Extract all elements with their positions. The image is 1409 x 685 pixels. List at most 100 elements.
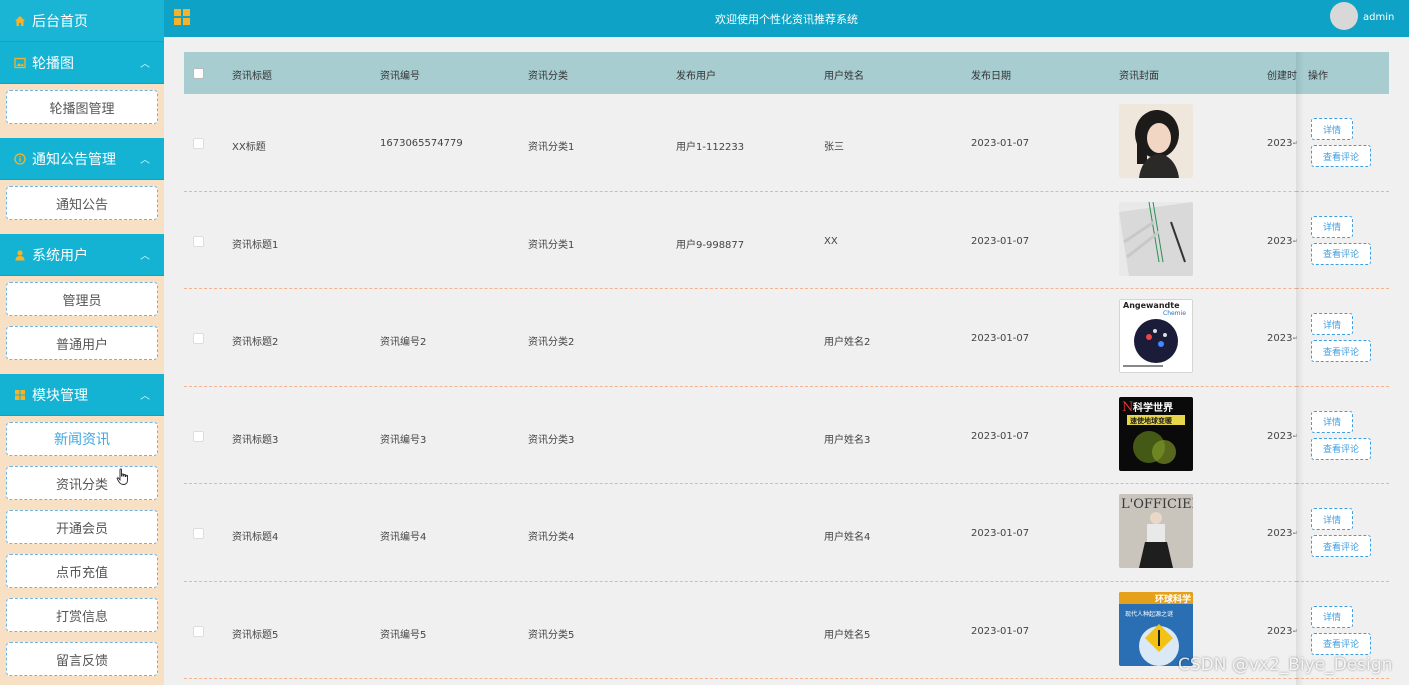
sidebar-group-users[interactable]: 系统用户 ︿ bbox=[0, 234, 164, 276]
view-comments-button[interactable]: 查看评论 bbox=[1311, 340, 1371, 362]
table-row: 资讯标题1 资讯分类1 用户9-998877 XX 2023-01-07 详情 查看评论 bbox=[184, 191, 1389, 289]
column-header-created[interactable]: 创建时间 bbox=[1267, 67, 1297, 82]
detail-button[interactable]: 详情 bbox=[1311, 410, 1353, 433]
created-time-row: 2023-0 bbox=[1267, 386, 1297, 484]
sidebar-submenu-notice: 通知公告 bbox=[0, 180, 164, 234]
detail-button[interactable]: 详情 bbox=[1311, 605, 1353, 628]
row-checkbox[interactable] bbox=[193, 138, 204, 149]
watermark: CSDN @vx2_Biye_Design bbox=[1178, 655, 1393, 675]
cell-created: 2023-0 bbox=[1267, 333, 1297, 344]
sidebar-item-feedback[interactable]: 留言反馈 bbox=[6, 642, 158, 676]
cell-name: 张三 bbox=[824, 142, 844, 153]
cell-date: 2023-01-07 bbox=[971, 333, 1030, 344]
cell-name: 用户姓名3 bbox=[824, 434, 871, 446]
row-checkbox[interactable] bbox=[193, 430, 204, 442]
table-row: 资讯标题3 资讯编号3 资讯分类3 用户姓名3 2023-01-07 N 科学世界 速使地球变… bbox=[184, 386, 1389, 484]
svg-text:科学世界: 科学世界 bbox=[1133, 401, 1173, 414]
table-header: 资讯标题 资讯编号 资讯分类 发布用户 用户姓名 发布日期 资讯封面 操作 bbox=[184, 52, 1389, 94]
sidebar-home[interactable]: 后台首页 bbox=[0, 0, 164, 42]
sidebar-group-carousel[interactable]: 轮播图 ︿ bbox=[0, 42, 164, 84]
sidebar-item-news[interactable]: 新闻资讯 bbox=[6, 422, 158, 456]
chevron-up-icon: ︿ bbox=[140, 59, 150, 70]
sidebar-group-notice[interactable]: 通知公告管理 ︿ bbox=[0, 138, 164, 180]
cell-title: 资讯标题2 bbox=[232, 337, 279, 348]
cell-date: 2023-01-07 bbox=[971, 625, 1030, 637]
column-header-name[interactable]: 用户姓名 bbox=[824, 67, 864, 82]
svg-text:Chemie: Chemie bbox=[1163, 310, 1186, 317]
sidebar-group-modules[interactable]: 模块管理 ︿ bbox=[0, 374, 164, 416]
column-header-code[interactable]: 资讯编号 bbox=[380, 67, 420, 82]
row-checkbox[interactable] bbox=[193, 625, 204, 637]
sidebar-group-label: 系统用户 bbox=[32, 247, 88, 264]
sidebar-submenu-modules: 新闻资讯 资讯分类 开通会员 点币充值 打赏信息 留言反馈 bbox=[0, 416, 164, 685]
column-header-publisher[interactable]: 发布用户 bbox=[676, 67, 716, 82]
sidebar-submenu-users: 管理员 普通用户 bbox=[0, 276, 164, 374]
cell-category: 资讯分类5 bbox=[528, 629, 575, 641]
column-header-actions: 操作 bbox=[1308, 71, 1328, 82]
created-time-row: 2023-0 bbox=[1267, 289, 1297, 387]
sidebar-item-reward[interactable]: 打赏信息 bbox=[6, 598, 158, 632]
select-all-checkbox[interactable] bbox=[193, 68, 204, 79]
created-time-row: 2023-0 bbox=[1267, 94, 1297, 192]
image-icon bbox=[14, 57, 26, 69]
created-time-row: 2023-0 bbox=[1267, 484, 1297, 582]
sidebar-item-recharge[interactable]: 点币充值 bbox=[6, 554, 158, 588]
avatar[interactable] bbox=[1330, 2, 1358, 30]
sidebar-item-membership[interactable]: 开通会员 bbox=[6, 510, 158, 544]
username[interactable]: admin bbox=[1363, 12, 1394, 23]
cell-date: 2023-01-07 bbox=[971, 235, 1030, 247]
cover-image[interactable]: N 科学世界 速使地球变暖 bbox=[1119, 396, 1193, 471]
detail-button[interactable]: 详情 bbox=[1311, 215, 1353, 238]
cell-code: 资讯编号3 bbox=[380, 434, 427, 446]
cell-title: 资讯标题3 bbox=[232, 434, 279, 446]
cell-category: 资讯分类2 bbox=[528, 337, 575, 348]
cell-created: 2023-0 bbox=[1267, 528, 1297, 539]
cell-code: 资讯编号4 bbox=[380, 532, 427, 543]
view-comments-button[interactable]: 查看评论 bbox=[1311, 535, 1371, 557]
sidebar-item-news-category[interactable]: 资讯分类 bbox=[6, 466, 158, 500]
created-time-row: 2023-0 bbox=[1267, 191, 1297, 289]
svg-text:速使地球变暖: 速使地球变暖 bbox=[1130, 416, 1173, 425]
sidebar-group-label: 模块管理 bbox=[32, 387, 88, 404]
user-icon bbox=[14, 249, 26, 261]
cell-created: 2023-0 bbox=[1267, 235, 1297, 247]
cell-name: XX bbox=[824, 235, 838, 247]
sidebar-home-label: 后台首页 bbox=[32, 13, 88, 30]
column-header-title[interactable]: 资讯标题 bbox=[232, 67, 272, 82]
sidebar-item-carousel-manage[interactable]: 轮播图管理 bbox=[6, 90, 158, 124]
detail-button[interactable]: 详情 bbox=[1311, 508, 1353, 530]
view-comments-button[interactable]: 查看评论 bbox=[1311, 145, 1371, 167]
row-checkbox[interactable] bbox=[193, 333, 204, 344]
top-bar: 欢迎使用个性化资讯推荐系统 admin bbox=[164, 0, 1409, 37]
cell-code: 1673065574779 bbox=[380, 138, 463, 149]
svg-text:Angewandte: Angewandte bbox=[1123, 301, 1180, 310]
cover-image[interactable]: L'OFFICIEL bbox=[1119, 494, 1193, 568]
cover-image[interactable] bbox=[1119, 104, 1193, 178]
sidebar-item-notice[interactable]: 通知公告 bbox=[6, 186, 158, 220]
cell-name: 用户姓名5 bbox=[824, 629, 871, 641]
svg-text:环球科学: 环球科学 bbox=[1155, 593, 1191, 605]
cell-date: 2023-01-07 bbox=[971, 430, 1030, 442]
column-header-category[interactable]: 资讯分类 bbox=[528, 67, 568, 82]
table-body: XX标题 1673065574779 资讯分类1 用户1-112233 张三 2023-0… bbox=[184, 94, 1389, 679]
view-comments-button[interactable]: 查看评论 bbox=[1311, 632, 1371, 655]
column-header-date[interactable]: 发布日期 bbox=[971, 67, 1011, 82]
sidebar-item-admin[interactable]: 管理员 bbox=[6, 282, 158, 316]
sidebar-item-normal-user[interactable]: 普通用户 bbox=[6, 326, 158, 360]
detail-button[interactable]: 详情 bbox=[1311, 313, 1353, 335]
cover-image[interactable]: Angewandte Chemie bbox=[1119, 299, 1193, 373]
detail-button[interactable]: 详情 bbox=[1311, 118, 1353, 140]
view-comments-button[interactable]: 查看评论 bbox=[1311, 437, 1371, 460]
cover-image[interactable] bbox=[1119, 201, 1193, 276]
table-row: XX标题 1673065574779 资讯分类1 用户1-112233 张三 2023-0… bbox=[184, 94, 1389, 192]
cell-created: 2023-0 bbox=[1267, 625, 1297, 637]
cell-title: 资讯标题4 bbox=[232, 532, 279, 543]
svg-text:现代人种起源之谜: 现代人种起源之谜 bbox=[1125, 610, 1173, 618]
cell-name: 用户姓名2 bbox=[824, 337, 871, 348]
view-comments-button[interactable]: 查看评论 bbox=[1311, 242, 1371, 265]
home-icon bbox=[14, 15, 26, 27]
row-checkbox[interactable] bbox=[193, 235, 204, 247]
fixed-column-shadow bbox=[1296, 52, 1304, 685]
cell-name: 用户姓名4 bbox=[824, 532, 871, 543]
row-checkbox[interactable] bbox=[193, 528, 204, 539]
